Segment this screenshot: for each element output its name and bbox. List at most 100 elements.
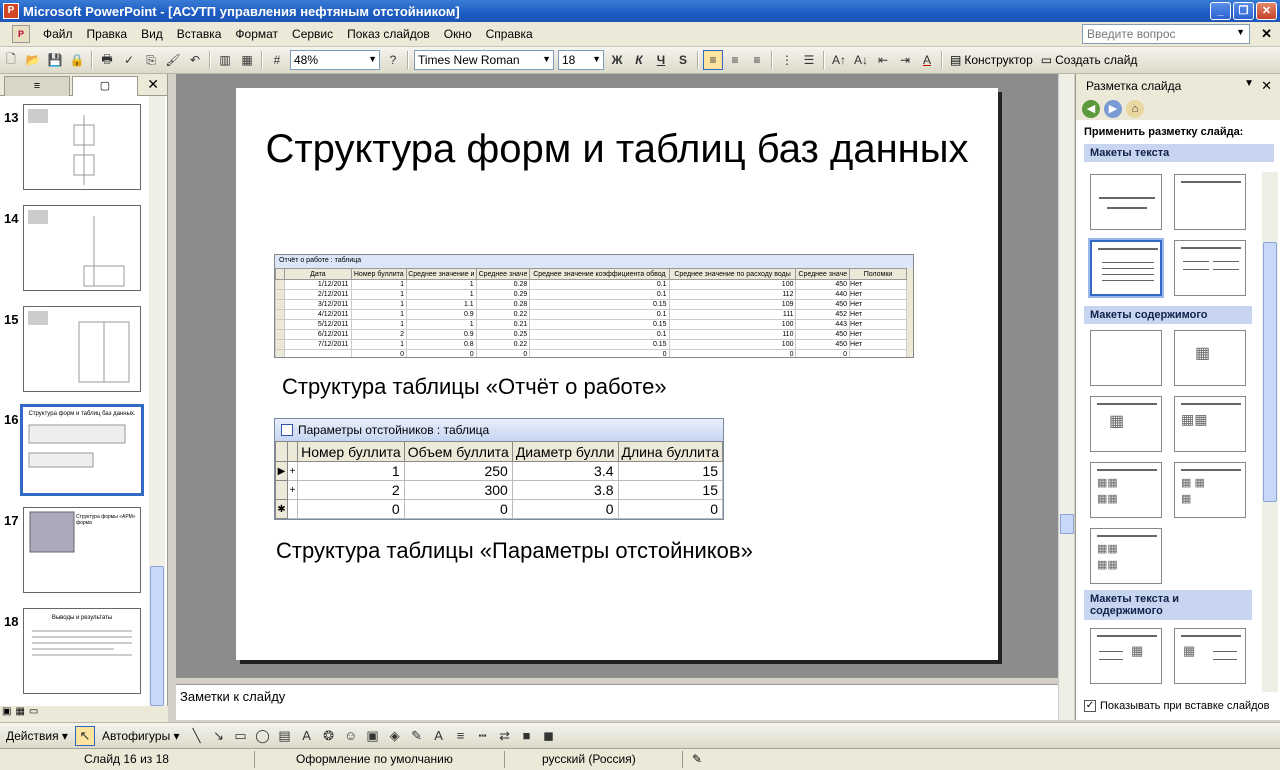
tab-outline[interactable]: ≡ <box>4 76 70 96</box>
line-style-icon[interactable]: ≡ <box>451 726 471 746</box>
menu-edit[interactable]: Правка <box>80 27 135 41</box>
parameters-table-image[interactable]: Параметры отстойников : таблица Номер бу… <box>274 418 724 520</box>
align-left-icon[interactable]: ≡ <box>703 50 723 70</box>
layout-title-content[interactable]: ▦ <box>1090 396 1162 452</box>
layout-content-text[interactable]: ▦ <box>1174 628 1246 684</box>
arrow-icon[interactable]: ↘ <box>209 726 229 746</box>
expand-toggle[interactable]: + <box>286 461 299 481</box>
undo-icon[interactable]: ↶ <box>185 50 205 70</box>
align-right-icon[interactable]: ≡ <box>747 50 767 70</box>
bold-button[interactable]: Ж <box>607 50 627 70</box>
layout-text-content[interactable]: ▦ <box>1090 628 1162 684</box>
restore-button[interactable]: ❐ <box>1233 2 1254 20</box>
slide-sorter-icon[interactable]: ▦ <box>15 706 24 722</box>
panel-close-button[interactable]: ✕ <box>147 76 159 93</box>
copy-icon[interactable]: ⎘ <box>141 50 161 70</box>
font-color-icon[interactable]: A <box>917 50 937 70</box>
designer-button[interactable]: ▤ Конструктор <box>946 53 1037 67</box>
picture-icon[interactable]: ▣ <box>363 726 383 746</box>
row-selector[interactable]: ▶ <box>275 461 288 481</box>
italic-button[interactable]: К <box>629 50 649 70</box>
chevron-down-icon[interactable]: ▼ <box>1244 78 1254 89</box>
save-icon[interactable]: 💾 <box>45 50 65 70</box>
format-painter-icon[interactable]: 🖌 <box>163 50 183 70</box>
show-on-insert-checkbox[interactable]: ✓ <box>1084 700 1096 712</box>
help-search-input[interactable]: Введите вопрос ▼ <box>1082 24 1250 44</box>
oval-icon[interactable]: ◯ <box>253 726 273 746</box>
scroll-thumb[interactable] <box>150 566 164 706</box>
task-pane-scrollbar[interactable] <box>1262 172 1278 692</box>
close-icon[interactable]: ✕ <box>1261 78 1272 94</box>
slide-scrollbar[interactable] <box>1058 74 1074 720</box>
layout-two-content[interactable]: ▦▦ <box>1174 396 1246 452</box>
new-icon[interactable]: 🗋 <box>1 50 21 70</box>
dash-style-icon[interactable]: ┅ <box>473 726 493 746</box>
layout-title[interactable] <box>1174 174 1246 230</box>
autoshapes-menu[interactable]: Автофигуры ▾ <box>96 729 186 743</box>
caption-report-table[interactable]: Структура таблицы «Отчёт о работе» <box>282 374 667 400</box>
align-center-icon[interactable]: ≡ <box>725 50 745 70</box>
home-icon[interactable]: ⌂ <box>1126 100 1144 118</box>
document-close-button[interactable]: ✕ <box>1261 26 1272 42</box>
textbox-icon[interactable]: ▤ <box>275 726 295 746</box>
help-icon[interactable]: ? <box>383 50 403 70</box>
rectangle-icon[interactable]: ▭ <box>231 726 251 746</box>
menu-slideshow[interactable]: Показ слайдов <box>340 27 437 41</box>
menu-insert[interactable]: Вставка <box>170 27 229 41</box>
font-size-select[interactable]: 18 ▼ <box>558 50 604 70</box>
layout-two-columns[interactable] <box>1174 240 1246 296</box>
increase-indent-icon[interactable]: ⇥ <box>895 50 915 70</box>
fill-color-icon[interactable]: ◈ <box>385 726 405 746</box>
line-color-icon[interactable]: ✎ <box>407 726 427 746</box>
expand-toggle[interactable] <box>286 499 299 519</box>
clipart-icon[interactable]: ☺ <box>341 726 361 746</box>
layout-title-only[interactable] <box>1090 174 1162 230</box>
back-icon[interactable]: ◀ <box>1082 100 1100 118</box>
scroll-thumb[interactable] <box>1263 242 1277 502</box>
notes-pane[interactable]: Заметки к слайду <box>176 684 1058 720</box>
diagram-icon[interactable]: ❂ <box>319 726 339 746</box>
menu-tools[interactable]: Сервис <box>285 27 340 41</box>
close-button[interactable]: ✕ <box>1256 2 1277 20</box>
row-selector[interactable]: ✱ <box>275 499 288 519</box>
menu-window[interactable]: Окно <box>437 27 479 41</box>
menu-help[interactable]: Справка <box>479 27 540 41</box>
insert-table-icon[interactable]: ▦ <box>237 50 257 70</box>
open-icon[interactable]: 📂 <box>23 50 43 70</box>
slide-title[interactable]: Структура форм и таблиц баз данных <box>236 126 998 172</box>
layout-content-grid[interactable]: ▦▦ ▦▦ <box>1090 528 1162 584</box>
underline-button[interactable]: Ч <box>651 50 671 70</box>
report-table-image[interactable]: Отчёт о работе : таблица Дата Номер булли… <box>274 254 914 358</box>
layout-four-content[interactable]: ▦▦ ▦▦ <box>1090 462 1162 518</box>
shadow-button[interactable]: S <box>673 50 693 70</box>
insert-chart-icon[interactable]: ▥ <box>215 50 235 70</box>
row-selector[interactable] <box>275 480 288 500</box>
menu-view[interactable]: Вид <box>134 27 170 41</box>
layout-blank[interactable] <box>1090 330 1162 386</box>
panel-scrollbar[interactable] <box>149 96 165 706</box>
slide-canvas[interactable]: Структура форм и таблиц баз данных Отчёт… <box>236 88 998 660</box>
numbering-icon[interactable]: ⋮ <box>777 50 797 70</box>
slideshow-icon[interactable]: ▭ <box>29 706 38 722</box>
menu-file[interactable]: Файл <box>36 27 80 41</box>
forward-icon[interactable]: ▶ <box>1104 100 1122 118</box>
caption-parameters-table[interactable]: Структура таблицы «Параметры отстойников… <box>276 538 753 564</box>
font-name-select[interactable]: Times New Roman ▼ <box>414 50 554 70</box>
scroll-thumb[interactable] <box>1060 514 1074 534</box>
decrease-font-icon[interactable]: A↓ <box>851 50 871 70</box>
shadow-icon[interactable]: ■ <box>517 726 537 746</box>
layout-content[interactable]: ▦ <box>1174 330 1246 386</box>
tab-slides[interactable]: ▢ <box>72 76 138 96</box>
chevron-down-icon[interactable]: ▼ <box>1236 27 1245 37</box>
increase-font-icon[interactable]: A↑ <box>829 50 849 70</box>
layout-content-three[interactable]: ▦ ▦ ▦ <box>1174 462 1246 518</box>
grid-icon[interactable]: # <box>267 50 287 70</box>
layout-title-and-text[interactable] <box>1088 238 1164 298</box>
spelling-icon[interactable]: ✓ <box>119 50 139 70</box>
select-pointer-icon[interactable]: ↖ <box>74 725 95 746</box>
zoom-select[interactable]: 48% ▼ <box>290 50 380 70</box>
show-on-insert-option[interactable]: ✓ Показывать при вставке слайдов <box>1084 700 1270 712</box>
document-icon[interactable]: P <box>12 25 30 43</box>
arrow-style-icon[interactable]: ⇄ <box>495 726 515 746</box>
line-icon[interactable]: ╲ <box>187 726 207 746</box>
